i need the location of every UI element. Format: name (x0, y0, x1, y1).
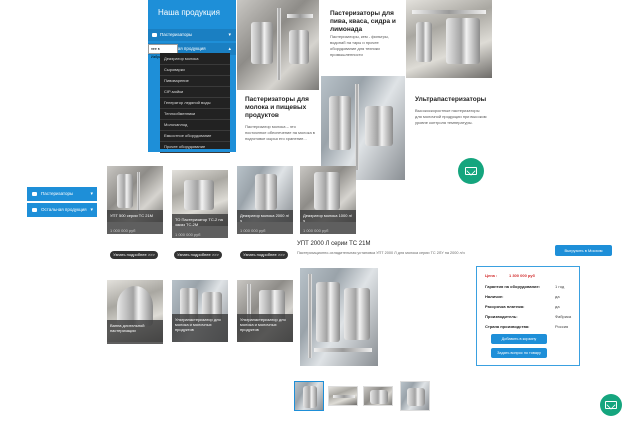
sidebar-menu: Пастеризаторы ▾ Остальная продукция ▾ (27, 187, 97, 217)
envelope-icon (605, 401, 617, 409)
product-card[interactable]: ТО Пастеризатор ТС-2 на заказ ТС-2М 1 00… (172, 170, 228, 256)
milk-pasteurizer-text: Пастеризатор молока – это постоянное обе… (245, 124, 315, 141)
price-label: Цена : (485, 273, 498, 278)
details-button[interactable]: Узнать подробнее >>> (174, 251, 222, 259)
thumbnail[interactable] (400, 381, 430, 411)
submenu-dropdown: Деаэратор молока Сыроварки Пивоварение C… (160, 53, 230, 153)
product-main-image[interactable] (300, 268, 378, 366)
product-card[interactable]: Ванна длительной пастеризации (107, 280, 163, 344)
menu-title: Наша продукция (158, 8, 220, 17)
uht-title[interactable]: Ультрапастеризаторы (415, 96, 491, 104)
info-key: Производитель: (485, 314, 518, 319)
uht-text: Высокоскоростные пастеризаторы для молоч… (415, 108, 487, 125)
chat-button[interactable] (600, 394, 622, 416)
info-value: да (555, 294, 560, 299)
folder-icon (32, 208, 37, 212)
info-value: Россия (555, 324, 569, 329)
details-button[interactable]: Узнать подробнее >>> (110, 251, 158, 259)
details-button[interactable]: Узнать подробнее >>> (240, 251, 288, 259)
ask-question-button[interactable]: Задать вопрос по товару (491, 348, 547, 358)
chevron-down-icon: ▾ (228, 32, 231, 38)
beer-pasteurizer-title[interactable]: Пастеризаторы для пива, кваса, сидра и л… (330, 10, 408, 34)
product-price: 1 000 000 руб (240, 228, 266, 233)
product-info-box: Цена : 1 300 000 руб Гарантия на оборудо… (476, 266, 580, 366)
sidebar-item-other[interactable]: Остальная продукция ▾ (27, 203, 97, 217)
chevron-down-icon: ▾ (90, 191, 93, 197)
menu-item-pasteurizers[interactable]: Пастеризаторы ▾ (148, 29, 236, 41)
add-to-cart-button[interactable]: Добавить в корзину (491, 334, 547, 344)
product-price: 1 000 000 руб (303, 228, 329, 233)
contact-button[interactable]: Выгрузить в Мосхим (555, 245, 612, 256)
beer-pasteurizer-text: Пастеризаторы, кем - фильтры, водонаб на… (330, 34, 389, 57)
product-subtitle: Пастеризационно-охладительная установка … (297, 251, 465, 255)
sidebar-item-label: Остальная продукция (41, 207, 87, 212)
submenu-item[interactable]: Прочее оборудование (160, 141, 230, 153)
product-photo-beer-line (406, 0, 492, 78)
info-key: Наличие: (485, 294, 504, 299)
info-key: Рассрочка платежа: (485, 304, 525, 309)
product-card[interactable]: Ультрапастеризатор для молока и молочных… (172, 280, 228, 342)
info-value: да (555, 304, 560, 309)
product-caption: Ультрапастеризатор для молока и молочных… (237, 314, 293, 342)
product-price: 1 000 000 руб (110, 228, 136, 233)
product-caption: Ванна длительной пастеризации (107, 320, 163, 344)
product-caption: Ультрапастеризатор для молока и молочных… (172, 314, 228, 342)
folder-icon (32, 192, 37, 196)
product-photo-milk-line (321, 76, 405, 180)
sidebar-item-pasteurizers[interactable]: Пастеризаторы ▾ (27, 187, 97, 201)
folder-icon (152, 33, 157, 37)
uht-block: Ультрапастеризаторы Высокоскоростные пас… (408, 92, 492, 152)
product-card[interactable]: Ультрапастеризатор для молока и молочных… (237, 280, 293, 342)
product-card[interactable]: Деаэратор молока 1000 л/ч 1 000 000 руб (300, 166, 356, 252)
price-value: 1 300 000 руб (509, 273, 535, 278)
info-key: Гарантия на оборудование: (485, 284, 541, 289)
thumbnail[interactable] (328, 386, 358, 406)
product-card[interactable]: УПТ 500 серии ТС 21М 1 000 000 руб (107, 166, 163, 252)
thumbnail[interactable] (363, 386, 393, 406)
info-value: Фабрика (555, 314, 572, 319)
product-photo-pasteurizer (237, 0, 319, 90)
info-key: Страна производства: (485, 324, 530, 329)
product-price: 1 000 000 руб (175, 232, 201, 237)
thumbnail[interactable] (294, 381, 324, 411)
product-title: УПТ 2000 Л серии ТС 21М (297, 241, 371, 247)
chat-button-top[interactable] (458, 158, 484, 184)
beer-pasteurizer-block: Пастеризаторы для пива, кваса, сидра и л… (323, 2, 405, 64)
sidebar-item-label: Пастеризаторы (41, 191, 74, 196)
menu-item-label: Пастеризаторы (160, 32, 193, 37)
envelope-icon (465, 167, 477, 175)
info-value: 1 год (555, 284, 565, 289)
product-card[interactable]: Деаэратор молока 2000 л/ч 1 000 000 руб (237, 166, 293, 252)
milk-pasteurizer-title[interactable]: Пастеризаторы для молока и пищевых проду… (245, 96, 317, 120)
chevron-down-icon: ▾ (90, 207, 93, 213)
